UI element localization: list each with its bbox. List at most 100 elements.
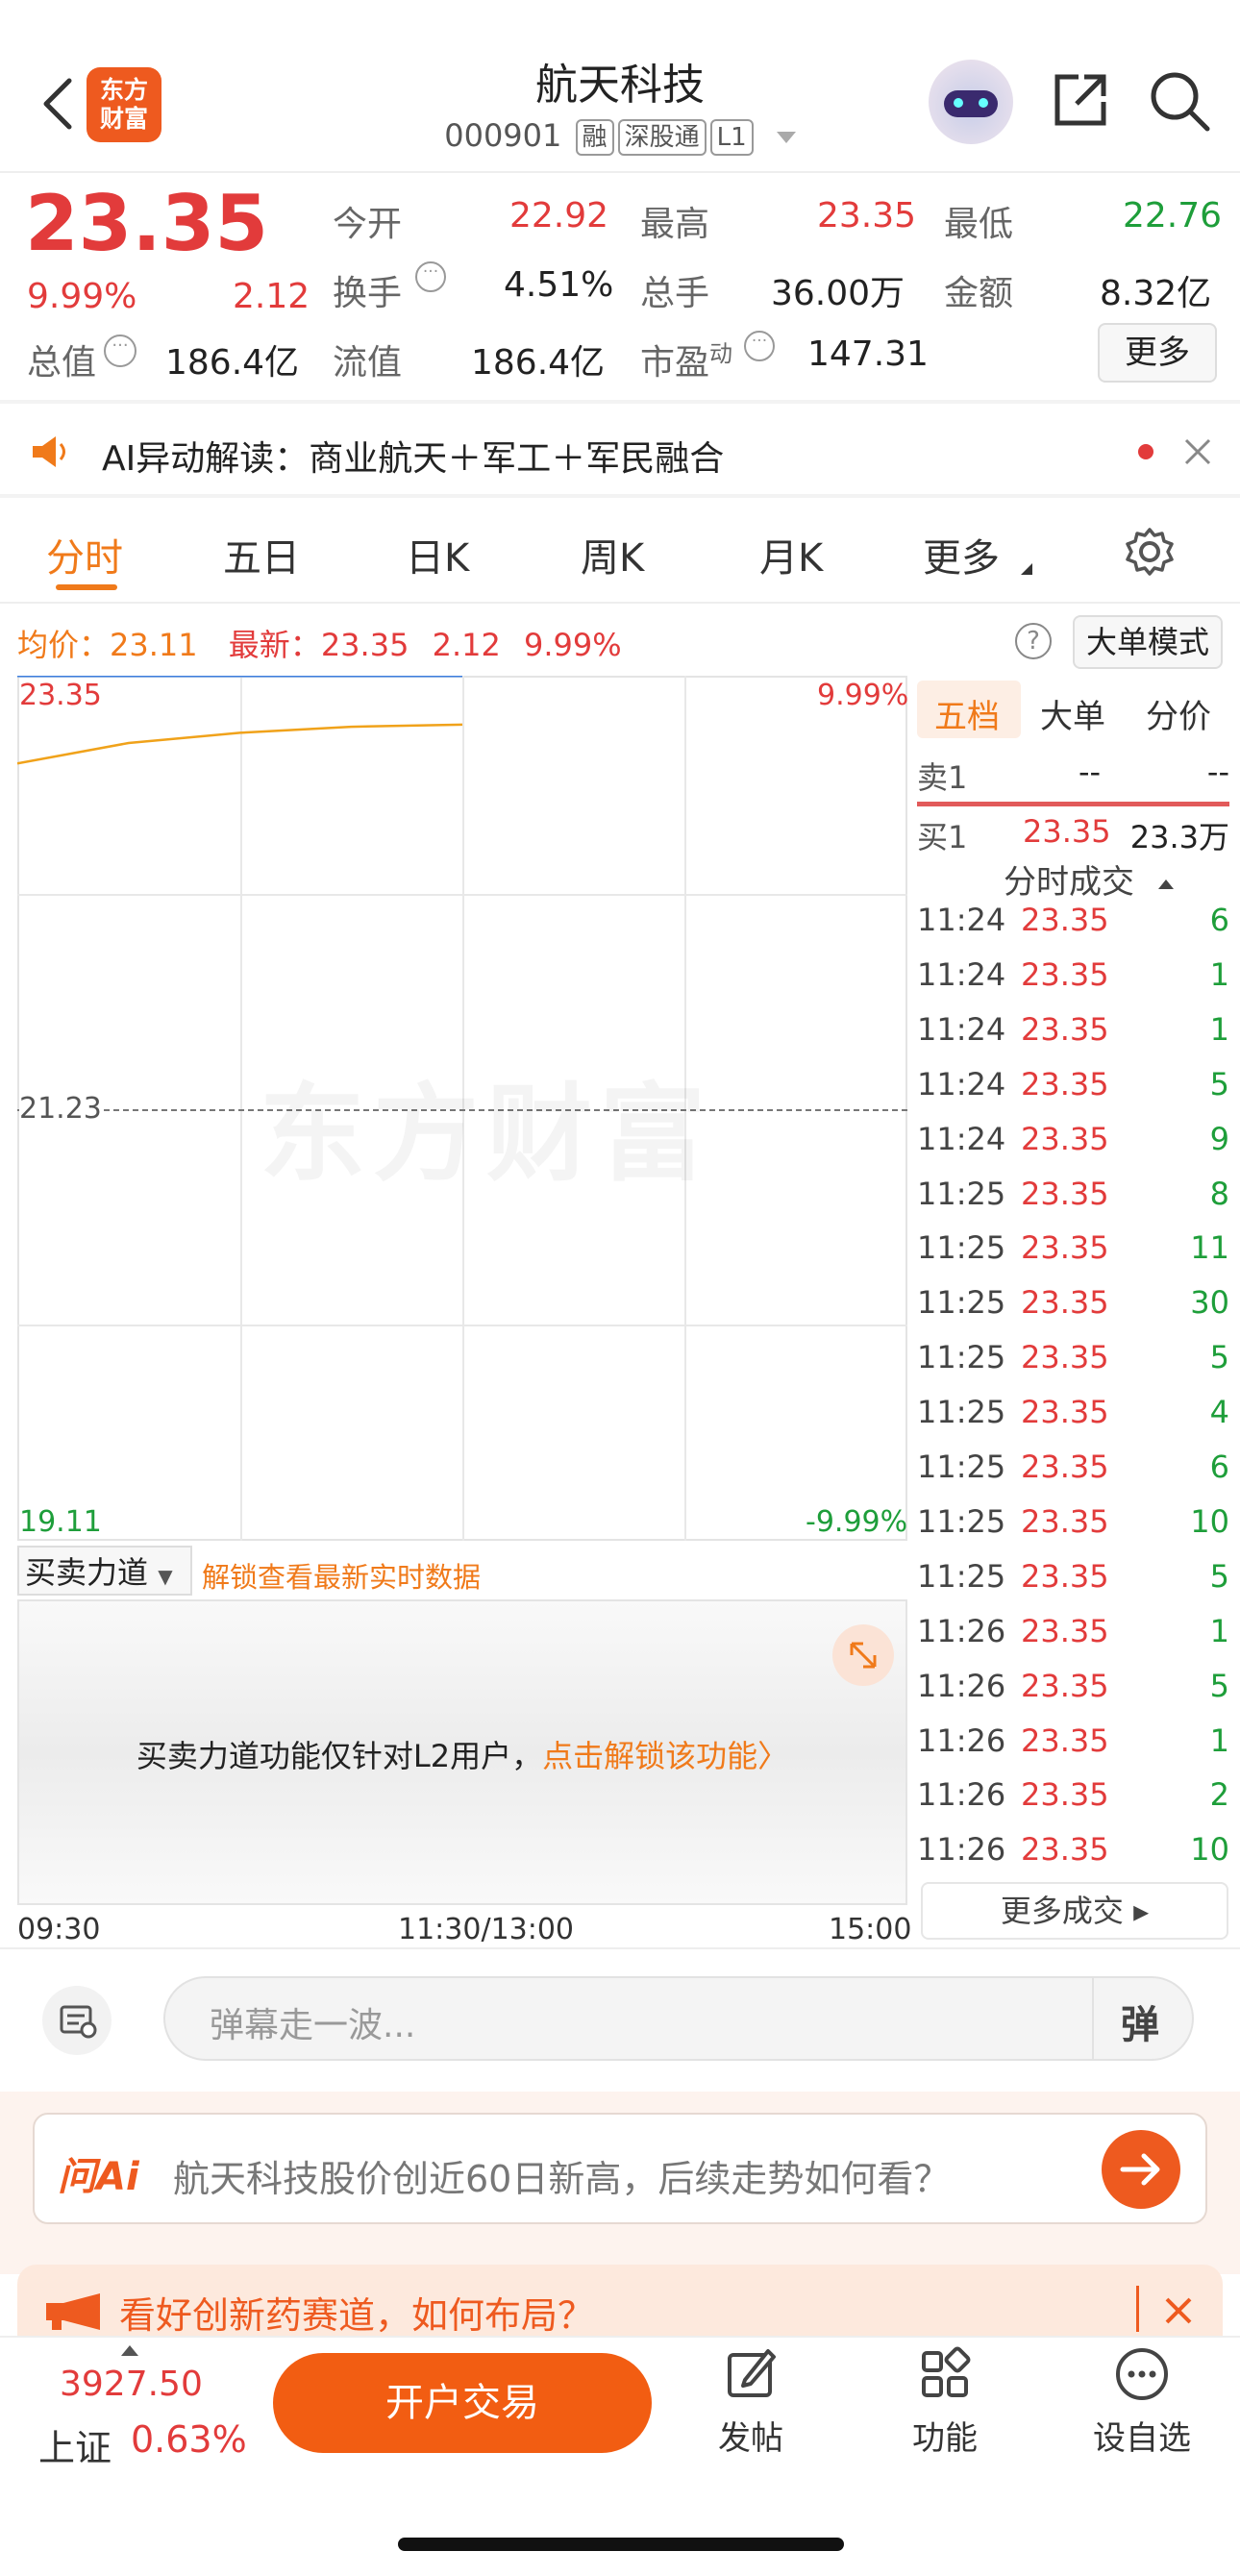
y-label-high: 23.35 bbox=[19, 679, 102, 712]
close-icon[interactable] bbox=[1161, 2293, 1196, 2328]
tab-daily-k[interactable]: 日K bbox=[406, 527, 469, 582]
divider bbox=[0, 400, 1240, 404]
unread-dot-icon bbox=[1138, 444, 1153, 459]
more-dots-icon bbox=[1116, 2348, 1168, 2400]
expand-icon[interactable] bbox=[832, 1624, 894, 1686]
x-label-close: 15:00 bbox=[829, 1913, 912, 1946]
tick-row: 11:25 23.35 4 bbox=[917, 1394, 1229, 1431]
info-icon[interactable]: ··· bbox=[104, 334, 136, 367]
big-order-mode-button[interactable]: 大单模式 bbox=[1073, 615, 1223, 669]
tab-more[interactable]: 更多 bbox=[923, 527, 1000, 582]
divider bbox=[0, 1947, 1240, 1949]
open-account-trade-button[interactable]: 开户交易 bbox=[273, 2353, 652, 2453]
tick-row: 11:25 23.35 5 bbox=[917, 1339, 1229, 1376]
current-price: 23.35 bbox=[25, 179, 269, 268]
tick-row: 11:25 23.35 30 bbox=[917, 1284, 1229, 1322]
close-icon[interactable] bbox=[1182, 436, 1213, 467]
amount-value: 8.32亿 bbox=[1100, 274, 1212, 313]
badge-connect: 深股通 bbox=[617, 119, 707, 156]
functions-button[interactable]: 功能 bbox=[892, 2345, 998, 2459]
more-ticks-button[interactable]: 更多成交 ▸ bbox=[921, 1882, 1228, 1940]
tab-monthly-k[interactable]: 月K bbox=[759, 527, 823, 582]
ai-ask-go-button[interactable] bbox=[1102, 2130, 1180, 2209]
float-label: 流值 bbox=[333, 343, 403, 383]
change-value: 2.12 bbox=[233, 277, 310, 316]
search-icon[interactable] bbox=[1146, 67, 1213, 135]
tick-row: 11:26 23.35 1 bbox=[917, 1612, 1229, 1649]
info-icon[interactable]: ··· bbox=[415, 261, 446, 292]
chart-info-row: 均价：23.11 最新：23.35 2.12 9.99% bbox=[17, 627, 622, 663]
force-lock-message: 买卖力道功能仅针对L2用户，点击解锁该功能〉 bbox=[136, 1738, 789, 1774]
grid-icon bbox=[922, 2346, 971, 2397]
index-value[interactable]: 3927.50 bbox=[60, 2365, 203, 2404]
index-pct: 0.63% bbox=[131, 2418, 247, 2461]
tick-row: 11:26 23.35 10 bbox=[917, 1831, 1229, 1869]
tick-row: 11:25 23.35 5 bbox=[917, 1557, 1229, 1595]
danmaku-input[interactable]: 弹幕走一波... 弹 bbox=[163, 1976, 1194, 2061]
sort-up-icon bbox=[1157, 879, 1174, 889]
turnover-value: 4.51% bbox=[504, 265, 614, 305]
info-icon[interactable]: ··· bbox=[744, 331, 775, 361]
tab-intraday[interactable]: 分时 bbox=[46, 527, 123, 582]
high-label: 最高 bbox=[640, 205, 710, 244]
amount-label: 金额 bbox=[944, 274, 1014, 313]
pe-label: 市盈动 bbox=[640, 340, 733, 383]
robot-avatar-icon[interactable] bbox=[929, 60, 1013, 144]
post-button[interactable]: 发帖 bbox=[698, 2345, 804, 2459]
tab-five-levels[interactable]: 五档 bbox=[934, 690, 1000, 737]
edit-icon bbox=[728, 2349, 776, 2397]
mktcap-value: 186.4亿 bbox=[165, 343, 300, 383]
badge-level: L1 bbox=[709, 119, 754, 156]
help-icon[interactable]: ? bbox=[1015, 623, 1052, 659]
header: 东方 财富 航天科技 000901 融深股通 L1 bbox=[0, 0, 1240, 173]
speaker-icon bbox=[33, 436, 65, 467]
y-label-low: 19.11 bbox=[19, 1505, 102, 1539]
more-quote-button[interactable]: 更多 bbox=[1098, 323, 1217, 383]
x-label-open: 09:30 bbox=[17, 1913, 101, 1946]
danmaku-toggle-button[interactable]: 弹 bbox=[1121, 1994, 1159, 2049]
force-select[interactable]: 买卖力道 ▼ bbox=[17, 1546, 192, 1596]
ai-notice-text[interactable]: AI异动解读：商业航天＋军工＋军民融合 bbox=[102, 431, 724, 481]
tick-row: 11:25 23.35 8 bbox=[917, 1175, 1229, 1212]
settings-gear-icon[interactable] bbox=[1125, 527, 1175, 577]
ticks-header[interactable]: 分时成交 bbox=[1004, 855, 1174, 903]
tab-big-orders[interactable]: 大单 bbox=[1040, 690, 1105, 737]
mktcap-label: 总值 bbox=[27, 343, 97, 383]
turnover-label: 换手 bbox=[333, 274, 403, 313]
home-indicator bbox=[398, 2538, 844, 2551]
sell1-row: 卖1 -- -- bbox=[917, 754, 1229, 796]
tick-row: 11:24 23.35 6 bbox=[917, 902, 1229, 938]
pe-value: 147.31 bbox=[807, 334, 929, 374]
stock-code: 000901 bbox=[444, 117, 562, 154]
latest-price: 23.35 bbox=[320, 627, 409, 663]
tick-row: 11:26 23.35 2 bbox=[917, 1776, 1229, 1814]
open-label: 今开 bbox=[333, 205, 403, 244]
change-pct: 9.99% bbox=[27, 277, 137, 316]
tab-price-dist[interactable]: 分价 bbox=[1146, 690, 1211, 737]
tab-weekly-k[interactable]: 周K bbox=[581, 527, 644, 582]
force-unlock-link[interactable]: 解锁查看最新实时数据 bbox=[202, 1555, 481, 1596]
force-unlock-button[interactable]: 点击解锁该功能〉 bbox=[542, 1738, 788, 1774]
more-triangle-icon bbox=[1021, 563, 1032, 575]
ai-ask-text: 航天科技股价创近60日新高，后续走势如何看？ bbox=[173, 2158, 951, 2200]
share-icon[interactable] bbox=[1050, 69, 1111, 131]
latest-change: 2.12 bbox=[432, 627, 501, 663]
index-name: 上证 bbox=[38, 2427, 112, 2469]
divider bbox=[0, 494, 1240, 498]
y-label-pct-low: -9.99% bbox=[806, 1505, 908, 1539]
tick-row: 11:25 23.35 11 bbox=[917, 1229, 1229, 1267]
danmaku-settings-icon[interactable] bbox=[42, 1986, 112, 2055]
orderbook-divider bbox=[917, 802, 1229, 806]
tick-row: 11:24 23.35 9 bbox=[917, 1120, 1229, 1157]
danmaku-placeholder: 弹幕走一波... bbox=[210, 2006, 416, 2045]
y-label-mid: 21.23 bbox=[19, 1092, 102, 1126]
latest-pct: 9.99% bbox=[524, 627, 622, 663]
tab-five-day[interactable]: 五日 bbox=[223, 527, 300, 582]
low-value: 22.76 bbox=[1123, 196, 1223, 235]
high-value: 23.35 bbox=[817, 196, 917, 235]
tick-row: 11:25 23.35 6 bbox=[917, 1449, 1229, 1485]
chevron-down-icon bbox=[776, 132, 796, 143]
ai-ask-bar[interactable]: 问Ai 航天科技股价创近60日新高，后续走势如何看？ bbox=[33, 2113, 1207, 2224]
add-watchlist-button[interactable]: 设自选 bbox=[1084, 2345, 1200, 2459]
index-up-icon bbox=[121, 2345, 138, 2356]
